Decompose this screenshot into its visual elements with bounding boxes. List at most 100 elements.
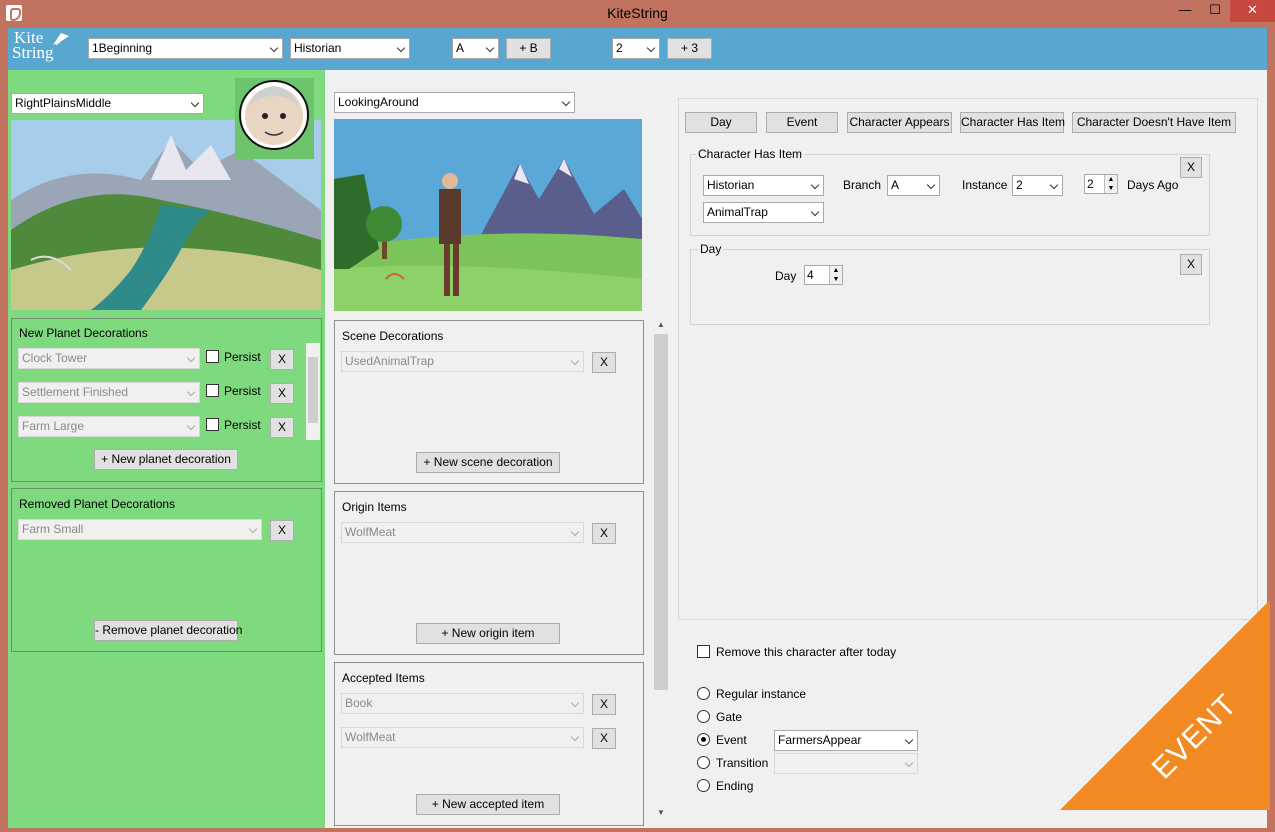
remove-decoration-button[interactable]: X — [270, 417, 294, 438]
remove-decoration-button[interactable]: X — [270, 383, 294, 404]
persist-checkbox[interactable] — [206, 418, 219, 431]
remove-origin-item-button[interactable]: X — [592, 523, 616, 544]
instance-select[interactable]: 2 — [612, 38, 660, 59]
origin-item-select[interactable]: WolfMeat — [341, 522, 584, 543]
decorations-scrollbar[interactable] — [306, 343, 320, 440]
window-title: KiteString — [607, 5, 668, 21]
origin-items-title: Origin Items — [342, 500, 407, 514]
close-button[interactable]: ✕ — [1230, 0, 1275, 22]
planet-decoration-select[interactable]: Farm Large — [18, 416, 200, 437]
day-label: Day — [775, 269, 797, 283]
gate-label: Gate — [716, 710, 743, 724]
spin-down-icon[interactable]: ▼ — [1104, 184, 1117, 193]
persist-label: Persist — [224, 350, 261, 364]
transition-radio[interactable] — [697, 756, 710, 769]
remove-character-checkbox[interactable] — [697, 645, 710, 658]
add-event-condition-button[interactable]: Event — [766, 112, 838, 133]
remove-has-item-condition-button[interactable]: X — [1180, 157, 1202, 178]
days-ago-label: Days Ago — [1127, 178, 1179, 192]
transition-label: Transition — [716, 756, 769, 770]
origin-items-group: Origin Items WolfMeat X + New origin ite… — [334, 491, 644, 655]
planet-decoration-select[interactable]: Clock Tower — [18, 348, 200, 369]
remove-accepted-item-button[interactable]: X — [592, 728, 616, 749]
accepted-items-group: Accepted Items Book X WolfMeat X + New a… — [334, 662, 644, 826]
transition-select[interactable] — [774, 753, 918, 774]
remove-accepted-item-button[interactable]: X — [592, 694, 616, 715]
add-instance-button[interactable]: + 3 — [667, 38, 712, 59]
scroll-down-icon[interactable]: ▼ — [657, 808, 665, 817]
regular-instance-label: Regular instance — [716, 687, 807, 701]
event-radio[interactable] — [697, 733, 710, 746]
add-character-appears-button[interactable]: Character Appears — [847, 112, 952, 133]
character-select[interactable]: Historian — [290, 38, 410, 59]
spin-down-icon[interactable]: ▼ — [829, 275, 842, 284]
kite-icon — [53, 33, 69, 46]
add-day-condition-button[interactable]: Day — [685, 112, 757, 133]
scene-decoration-select[interactable]: UsedAnimalTrap — [341, 351, 584, 372]
event-label: Event — [716, 733, 747, 747]
instance-label: Instance — [962, 178, 1008, 192]
remove-day-condition-button[interactable]: X — [1180, 254, 1202, 275]
has-item-instance-select[interactable]: 2 — [1012, 175, 1063, 196]
event-select[interactable]: FarmersAppear — [774, 730, 918, 751]
new-planet-decorations-group: New Planet Decorations Clock Tower Persi… — [11, 318, 322, 482]
remove-planet-decoration-button[interactable]: - Remove planet decoration — [94, 620, 242, 641]
scroll-up-icon[interactable]: ▲ — [657, 320, 665, 329]
removed-planet-decorations-title: Removed Planet Decorations — [19, 497, 176, 511]
removed-decoration-select[interactable]: Farm Small — [18, 519, 262, 540]
branch-select[interactable]: A — [452, 38, 499, 59]
has-item-character-select[interactable]: Historian — [703, 175, 824, 196]
scrollbar-thumb[interactable] — [308, 357, 318, 423]
remove-scene-decoration-button[interactable]: X — [592, 352, 616, 373]
new-planet-decorations-title: New Planet Decorations — [19, 326, 148, 340]
accepted-item-select[interactable]: WolfMeat — [341, 727, 584, 748]
header-bar: Kite String 1Beginning Historian A + B 2… — [8, 28, 1267, 70]
new-planet-decoration-button[interactable]: + New planet decoration — [94, 449, 238, 470]
new-accepted-item-button[interactable]: + New accepted item — [416, 794, 560, 815]
spin-up-icon[interactable]: ▲ — [829, 266, 842, 275]
persist-checkbox[interactable] — [206, 350, 219, 363]
regular-instance-radio[interactable] — [697, 687, 710, 700]
remove-character-label: Remove this character after today — [716, 645, 897, 659]
add-character-has-item-button[interactable]: Character Has Item — [960, 112, 1065, 133]
remove-decoration-button[interactable]: X — [270, 349, 294, 370]
ending-radio[interactable] — [697, 779, 710, 792]
persist-checkbox[interactable] — [206, 384, 219, 397]
logo-line-2: String — [12, 43, 54, 62]
planet-location-select[interactable]: RightPlainsMiddle — [11, 93, 204, 114]
maximize-button[interactable]: ☐ — [1200, 0, 1230, 22]
middle-scrollbar-thumb[interactable] — [654, 334, 668, 690]
day-value: 4 — [807, 268, 814, 282]
accepted-items-title: Accepted Items — [342, 671, 425, 685]
day-condition-title: Day — [698, 242, 724, 256]
planet-panel: RightPlainsMiddle New Planet Decorations… — [8, 70, 325, 828]
persist-label: Persist — [224, 384, 261, 398]
remove-removed-decoration-button[interactable]: X — [270, 520, 294, 541]
days-ago-value: 2 — [1087, 177, 1094, 191]
ending-label: Ending — [716, 779, 754, 793]
accepted-item-select[interactable]: Book — [341, 693, 584, 714]
new-origin-item-button[interactable]: + New origin item — [416, 623, 560, 644]
scene-decorations-title: Scene Decorations — [342, 329, 444, 343]
new-scene-decoration-button[interactable]: + New scene decoration — [416, 452, 560, 473]
add-branch-button[interactable]: + B — [506, 38, 551, 59]
has-item-branch-select[interactable]: A — [887, 175, 940, 196]
character-has-item-title: Character Has Item — [696, 147, 805, 161]
day-condition — [690, 249, 1210, 325]
kitestring-logo: Kite String — [12, 29, 82, 66]
gate-radio[interactable] — [697, 710, 710, 723]
days-ago-spinner[interactable]: 2 ▲ ▼ — [1084, 174, 1118, 194]
add-character-doesnt-have-item-button[interactable]: Character Doesn't Have Item — [1072, 112, 1236, 133]
event-banner: EVENT — [1060, 600, 1270, 810]
scene-select[interactable]: LookingAround — [334, 92, 575, 113]
persist-label: Persist — [224, 418, 261, 432]
planet-decoration-select[interactable]: Settlement Finished — [18, 382, 200, 403]
day-spinner[interactable]: 4 ▲ ▼ — [804, 265, 843, 285]
has-item-item-select[interactable]: AnimalTrap — [703, 202, 824, 223]
spin-up-icon[interactable]: ▲ — [1104, 175, 1117, 184]
removed-planet-decorations-group: Removed Planet Decorations Farm Small X … — [11, 488, 322, 652]
scene-decorations-group: Scene Decorations UsedAnimalTrap X + New… — [334, 320, 644, 484]
character-avatar — [235, 78, 314, 159]
minimize-button[interactable]: — — [1170, 0, 1200, 22]
chapter-select[interactable]: 1Beginning — [88, 38, 283, 59]
